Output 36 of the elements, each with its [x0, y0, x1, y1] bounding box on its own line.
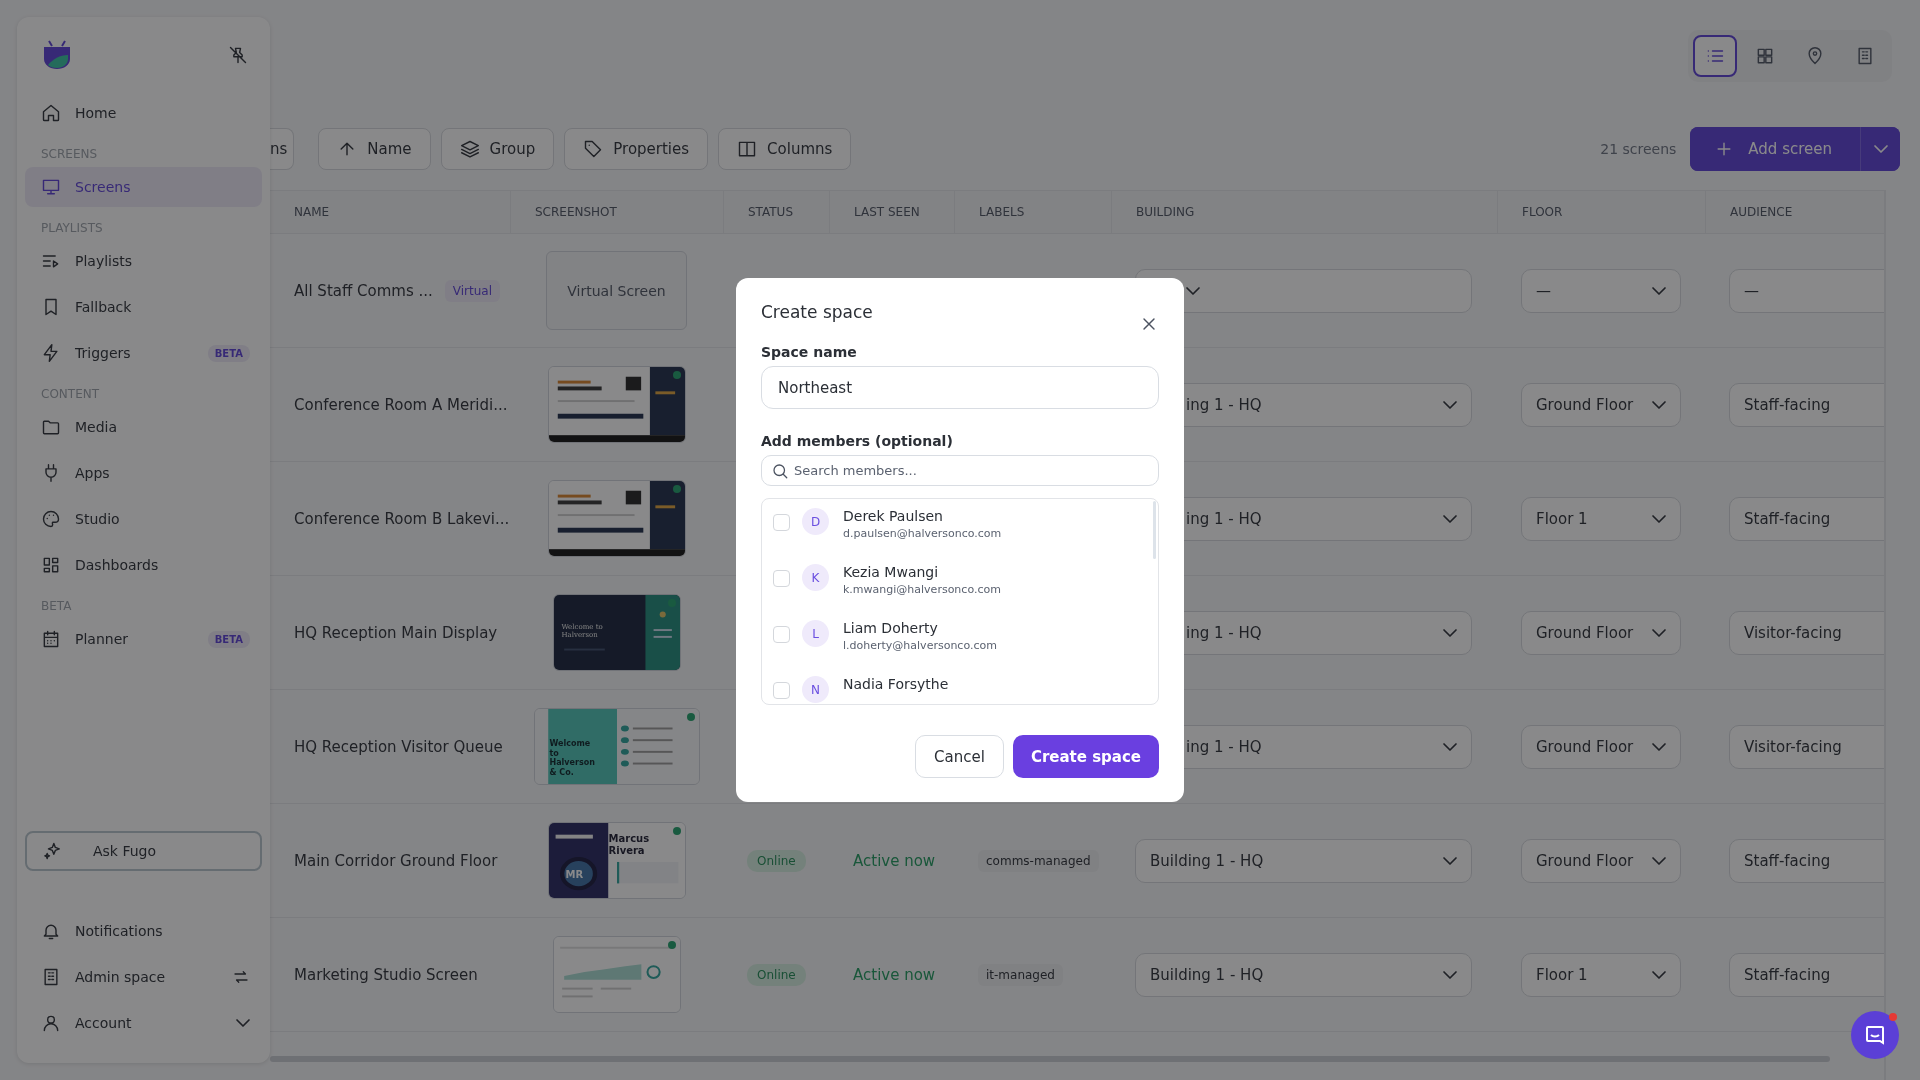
thumbnail-text: Virtual Screen: [567, 282, 666, 299]
label-tag: it-managed: [978, 963, 1063, 986]
last-seen-text: Active now: [853, 851, 936, 870]
avatar: L: [802, 620, 829, 647]
member-email: d.paulsen@halversonco.com: [843, 527, 1002, 540]
member-name: Derek Paulsen: [843, 508, 944, 524]
status-badge: Online: [747, 849, 806, 872]
dialog-title: Create space: [761, 302, 873, 322]
column-header: STATUS: [748, 205, 794, 219]
avatar: K: [802, 564, 829, 591]
member-email: k.mwangi@halversonco.com: [843, 583, 1001, 596]
thumbnail-text: MR: [565, 869, 584, 880]
member-name: Nadia Forsythe: [843, 676, 949, 692]
screen-count: 21 screens: [1600, 141, 1677, 157]
member-name: Kezia Mwangi: [843, 564, 940, 580]
last-seen-text: Active now: [853, 965, 936, 984]
column-header: NAME: [294, 205, 330, 219]
virtual-badge: Virtual: [444, 279, 501, 302]
member-email: l.doherty@halversonco.com: [843, 639, 997, 652]
avatar: N: [802, 676, 829, 703]
field-label: Add members (optional): [761, 433, 953, 449]
column-header: AUDIENCE: [1730, 205, 1793, 219]
beta-badge: BETA: [207, 344, 250, 362]
label-tag: comms-managed: [978, 849, 1099, 872]
column-header: BUILDING: [1136, 205, 1195, 219]
member-name: Liam Doherty: [843, 620, 939, 636]
thumbnail-text: Welcome to Halverson & Co.: [549, 739, 596, 778]
column-header: LAST SEEN: [854, 205, 920, 219]
thumbnail-text: Marcus Rivera: [608, 833, 651, 857]
column-header: FLOOR: [1522, 205, 1563, 219]
avatar: D: [802, 508, 829, 535]
beta-badge: BETA: [207, 630, 250, 648]
column-header: LABELS: [979, 205, 1025, 219]
column-header: SCREENSHOT: [535, 205, 617, 219]
status-badge: Online: [747, 963, 806, 986]
field-label: Space name: [761, 344, 857, 360]
